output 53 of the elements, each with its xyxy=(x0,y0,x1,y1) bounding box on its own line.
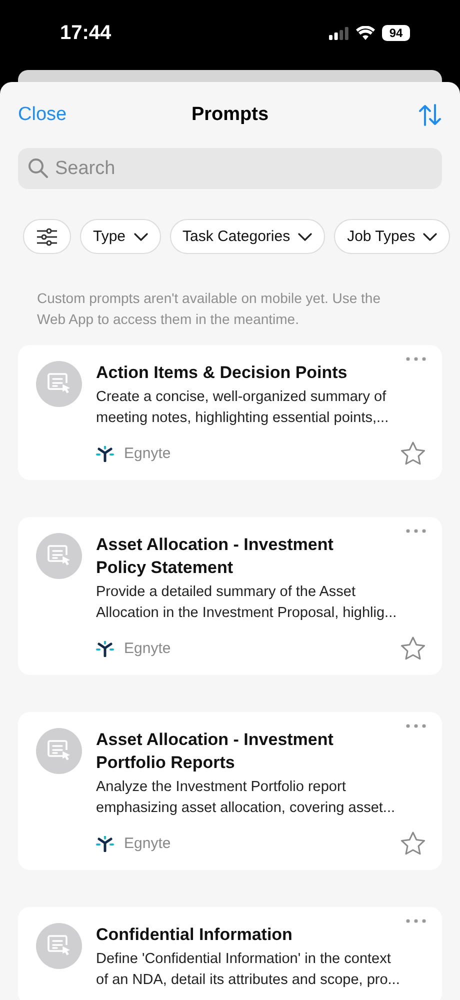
prompt-card[interactable]: Asset Allocation - Investment Policy Statement Provide a detailed summary of the Asset Allocation in the Investment Proposal, highlig... Egnyte xyxy=(18,517,442,675)
favorite-button[interactable] xyxy=(400,831,426,856)
prompt-card[interactable]: Confidential Information Define 'Confidential Information' in the context of an NDA, detail its attributes and scope, pro... xyxy=(18,907,442,1000)
prompt-description: Create a concise, well-organized summary of meeting notes, highlighting essential points,... xyxy=(96,388,390,428)
prompt-card[interactable]: Asset Allocation - Investment Portfolio Reports Analyze the Investment Portfolio report emphasizing asset allocation, covering asset... Egnyte xyxy=(18,712,442,870)
star-icon xyxy=(400,636,426,661)
more-button[interactable] xyxy=(406,919,426,923)
chevron-down-icon xyxy=(134,232,148,240)
status-time: 17:44 xyxy=(60,22,112,44)
prompt-description: Analyze the Investment Portfolio report emphasizing asset allocation, covering asset... xyxy=(96,778,396,818)
prompt-title: Asset Allocation - Investment Portfolio Reports xyxy=(96,729,334,774)
favorite-button[interactable] xyxy=(400,636,426,661)
prompt-description: Define 'Confidential Information' in the context of an NDA, detail its attributes and scope, pro... xyxy=(96,950,401,990)
info-text: Custom prompts aren't available on mobile yet. Use the Web App to access them in the meantime. xyxy=(37,289,382,329)
search-field[interactable]: Search xyxy=(18,148,442,189)
source-label: Egnyte xyxy=(124,445,171,462)
sort-button[interactable] xyxy=(418,104,442,126)
favorite-button[interactable] xyxy=(400,441,426,466)
prompt-title: Asset Allocation - Investment Policy Statement xyxy=(96,534,334,579)
battery-level: 94 xyxy=(382,25,410,41)
wifi-icon xyxy=(356,26,375,40)
filter-button[interactable] xyxy=(23,219,71,254)
document-cursor-icon xyxy=(36,728,82,774)
more-icon xyxy=(406,919,426,923)
more-icon xyxy=(406,357,426,361)
star-icon xyxy=(400,441,426,466)
document-cursor-icon xyxy=(36,533,82,579)
star-icon xyxy=(400,831,426,856)
company-logo-icon xyxy=(96,640,114,656)
company-logo-icon xyxy=(96,446,114,462)
more-button[interactable] xyxy=(406,529,426,533)
document-cursor-icon xyxy=(36,361,82,407)
signal-icon xyxy=(329,26,349,40)
source-label: Egnyte xyxy=(124,835,171,852)
prompt-card[interactable]: Action Items & Decision Points Create a concise, well-organized summary of meeting notes, highlighting essential points,... Egnyte xyxy=(18,345,442,480)
more-icon xyxy=(406,529,426,533)
sliders-icon xyxy=(36,228,58,246)
screen-title: Prompts xyxy=(191,104,269,125)
prompt-title: Confidential Information xyxy=(96,924,294,946)
filter-dropdown[interactable]: Task Categories xyxy=(170,219,326,254)
company-logo-icon xyxy=(96,836,114,852)
filter-dropdown[interactable]: Type xyxy=(80,219,161,254)
source-label: Egnyte xyxy=(124,640,171,657)
chevron-down-icon xyxy=(298,232,312,240)
prompt-title: Action Items & Decision Points xyxy=(96,362,348,384)
more-button[interactable] xyxy=(406,357,426,361)
filter-dropdown[interactable]: Job Types xyxy=(334,219,450,254)
chevron-down-icon xyxy=(423,232,438,240)
more-icon xyxy=(406,724,426,728)
sort-icon xyxy=(418,104,442,126)
prompt-description: Provide a detailed summary of the Asset Allocation in the Investment Proposal, highlig... xyxy=(96,583,398,623)
more-button[interactable] xyxy=(406,724,426,728)
document-cursor-icon xyxy=(36,923,82,969)
